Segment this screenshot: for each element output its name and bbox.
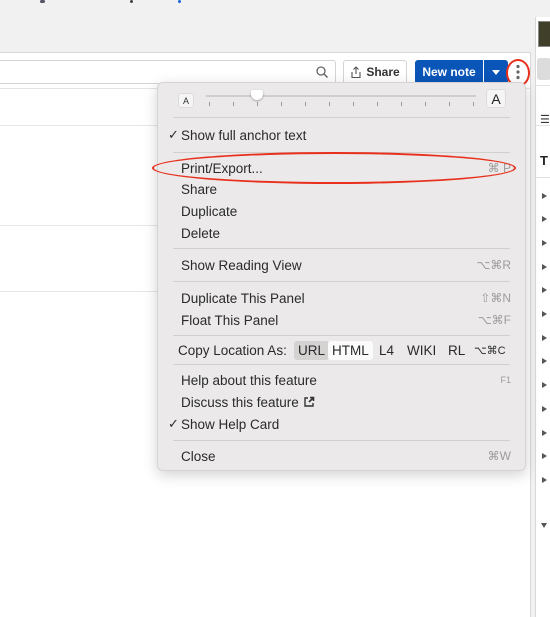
divider: [536, 125, 550, 126]
slider-tick: [425, 102, 426, 106]
shortcut-label: F1: [500, 375, 511, 385]
slider-tick: [233, 102, 234, 106]
new-note-button[interactable]: New note: [415, 60, 483, 84]
menu-item-share[interactable]: Share: [158, 178, 525, 200]
row-divider: [0, 225, 160, 226]
share-icon: [351, 65, 361, 78]
menu-item-print-export[interactable]: Print/Export... ⌘ P: [158, 157, 525, 179]
expand-triangle-icon[interactable]: [542, 358, 547, 364]
slider-thumb[interactable]: [251, 90, 263, 100]
checkmark-icon: ✓: [168, 416, 179, 431]
row-divider: [0, 291, 160, 292]
expand-triangle-icon[interactable]: [542, 216, 547, 222]
copy-as-url-option[interactable]: URL: [294, 341, 330, 360]
expand-triangle-icon[interactable]: [542, 264, 547, 270]
menu-separator: [173, 335, 510, 336]
slider-tick: [473, 102, 474, 106]
search-input[interactable]: [0, 60, 336, 84]
menu-separator: [173, 248, 510, 249]
menu-item-duplicate[interactable]: Duplicate: [158, 200, 525, 222]
panel-heading-fragment: T: [540, 153, 548, 168]
slider-tick: [209, 102, 210, 106]
expand-triangle-icon[interactable]: [542, 430, 547, 436]
slider-tick: [257, 102, 258, 106]
new-note-label: New note: [422, 65, 476, 79]
menu-item-show-help-card[interactable]: ✓ Show Help Card: [158, 413, 525, 435]
copy-location-row: Copy Location As: URL HTML L4 WIKI RL ⌥⌘…: [158, 338, 525, 362]
slider-tick: [281, 102, 282, 106]
font-size-slider-row: A A: [158, 83, 525, 117]
decrease-font-button[interactable]: A: [178, 93, 194, 108]
slider-tick: [377, 102, 378, 106]
expand-triangle-icon[interactable]: [542, 406, 547, 412]
shortcut-label: ⇧⌘N: [480, 291, 511, 305]
cut-text-fragment: [40, 0, 45, 3]
top-header-strip: [0, 0, 530, 52]
copy-as-rl-option[interactable]: RL: [444, 341, 469, 360]
slider-tick: [353, 102, 354, 106]
shortcut-label: ⌘W: [487, 449, 511, 463]
copy-as-wiki-option[interactable]: WIKI: [403, 341, 440, 360]
slider-tick: [449, 102, 450, 106]
panel-thumbnail[interactable]: [538, 21, 550, 47]
increase-font-button[interactable]: A: [486, 89, 506, 108]
menu-item-show-reading-view[interactable]: Show Reading View ⌥⌘R: [158, 254, 525, 276]
checkmark-icon: ✓: [168, 127, 179, 142]
expand-triangle-icon[interactable]: [542, 477, 547, 483]
expand-triangle-icon[interactable]: [542, 193, 547, 199]
caret-down-icon: [492, 69, 500, 75]
expand-triangle-icon[interactable]: [542, 382, 547, 388]
divider: [536, 177, 550, 178]
expand-triangle-icon[interactable]: [542, 240, 547, 246]
copy-as-l4-option[interactable]: L4: [375, 341, 398, 360]
shortcut-label: ⌘ P: [487, 161, 511, 175]
divider: [536, 85, 550, 86]
new-note-dropdown-button[interactable]: [484, 60, 508, 84]
slider-tick: [329, 102, 330, 106]
panel-control-button[interactable]: [537, 58, 550, 80]
copy-as-html-option[interactable]: HTML: [328, 341, 373, 360]
search-icon[interactable]: [315, 65, 329, 79]
slider-tick: [305, 102, 306, 106]
right-side-panel: ☰ T: [535, 17, 550, 617]
copy-location-label: Copy Location As:: [178, 342, 287, 358]
menu-separator: [173, 152, 510, 153]
font-size-slider[interactable]: [206, 90, 476, 100]
menu-item-show-full-anchor-text[interactable]: ✓ Show full anchor text: [158, 124, 525, 146]
menu-separator: [173, 281, 510, 282]
menu-item-float-this-panel[interactable]: Float This Panel ⌥⌘F: [158, 309, 525, 331]
shortcut-label: ⌥⌘R: [476, 258, 512, 272]
menu-item-delete[interactable]: Delete: [158, 222, 525, 244]
vertical-ellipsis-icon: [516, 64, 520, 80]
expand-triangle-icon[interactable]: [542, 311, 547, 317]
more-options-menu: A A ✓ Show full anchor text Print/Export…: [157, 82, 526, 471]
menu-item-help-about-feature[interactable]: Help about this feature F1: [158, 369, 525, 391]
collapse-triangle-icon[interactable]: [541, 523, 547, 528]
external-link-icon: [304, 396, 315, 407]
shortcut-label: ⌥⌘C: [474, 345, 506, 357]
row-divider: [0, 125, 160, 126]
menu-item-close[interactable]: Close ⌘W: [158, 445, 525, 467]
menu-item-discuss-feature[interactable]: Discuss this feature: [158, 391, 525, 413]
menu-separator: [173, 440, 510, 441]
more-options-button[interactable]: [509, 60, 527, 84]
share-label: Share: [366, 65, 400, 79]
slider-tick: [401, 102, 402, 106]
menu-item-duplicate-this-panel[interactable]: Duplicate This Panel ⇧⌘N: [158, 287, 525, 309]
expand-triangle-icon[interactable]: [542, 453, 547, 459]
expand-triangle-icon[interactable]: [542, 335, 547, 341]
expand-triangle-icon[interactable]: [542, 287, 547, 293]
menu-separator: [173, 117, 510, 118]
share-button[interactable]: Share: [343, 60, 407, 84]
cut-text-fragment: [130, 0, 133, 3]
cut-link-fragment: [178, 0, 181, 3]
shortcut-label: ⌥⌘F: [477, 313, 511, 327]
menu-separator: [173, 364, 510, 365]
